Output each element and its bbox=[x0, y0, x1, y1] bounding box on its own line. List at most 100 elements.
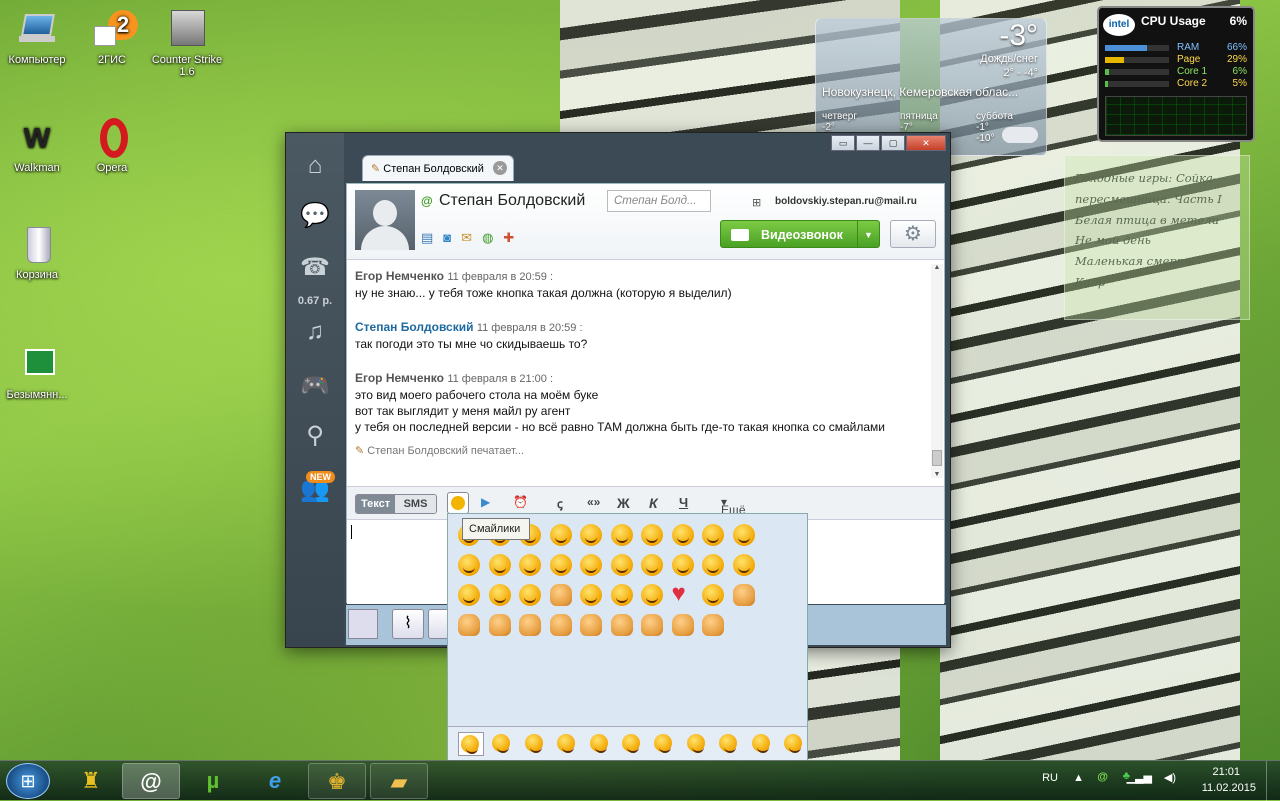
italic-button[interactable]: К bbox=[649, 495, 658, 511]
smiley-emoticon-icon[interactable] bbox=[549, 554, 572, 576]
tray-mail-agent-icon[interactable]: @ bbox=[1097, 771, 1108, 783]
gesture-emoticon-icon[interactable] bbox=[671, 614, 694, 636]
smiley-emoticon-icon[interactable] bbox=[519, 584, 541, 606]
tab-sms[interactable]: SMS bbox=[395, 495, 436, 513]
smiley-category-tab[interactable] bbox=[685, 732, 711, 756]
smiley-emoticon-icon[interactable] bbox=[641, 554, 663, 576]
tab-text[interactable]: Текст bbox=[356, 495, 396, 513]
smiley-category-tab[interactable] bbox=[588, 732, 614, 756]
gesture-emoticon-icon[interactable] bbox=[549, 614, 572, 636]
animation-icon[interactable]: ▶ bbox=[481, 495, 490, 509]
smiley-emoticon-icon[interactable] bbox=[610, 524, 633, 546]
smiley-emoticon-icon[interactable] bbox=[671, 524, 694, 546]
bold-button[interactable]: Ж bbox=[617, 495, 630, 511]
sticky-note[interactable]: Голодные игры: Сойка- пересмешница. Част… bbox=[1064, 155, 1250, 320]
smiley-emoticon-icon[interactable] bbox=[458, 584, 480, 606]
smiley-picker[interactable] bbox=[447, 513, 808, 761]
desktop-icon-computer[interactable]: Компьютер bbox=[0, 10, 74, 66]
smiley-emoticon-icon[interactable] bbox=[702, 524, 724, 546]
desktop-icon-untitled[interactable]: Безымянн... bbox=[0, 345, 74, 401]
games-icon[interactable]: 🎮 bbox=[299, 371, 331, 401]
translit-icon[interactable]: ꞔ bbox=[557, 495, 563, 512]
taskbar-app-game[interactable]: ♚ bbox=[308, 763, 366, 799]
smiley-category-tab[interactable] bbox=[555, 732, 581, 756]
message-author[interactable]: Степан Болдовский bbox=[355, 320, 473, 334]
taskbar-app-utorrent[interactable]: µ bbox=[184, 763, 242, 799]
smiley-category-tab[interactable] bbox=[620, 732, 646, 756]
scroll-down-icon[interactable]: ▼ bbox=[931, 471, 943, 478]
music-icon[interactable]: ♫ bbox=[299, 317, 331, 347]
gesture-emoticon-icon[interactable] bbox=[458, 614, 480, 636]
desktop-icon-counter-strike[interactable]: Counter Strike 1.6 bbox=[150, 10, 224, 78]
tab-close-icon[interactable]: ✕ bbox=[493, 161, 507, 175]
compact-view-button[interactable]: ▭ bbox=[831, 135, 855, 151]
clock-time[interactable]: 21:01 bbox=[1212, 766, 1240, 778]
smiley-category-tab[interactable] bbox=[458, 732, 484, 756]
scroll-thumb[interactable] bbox=[932, 450, 942, 466]
taskbar-app-ie[interactable]: e bbox=[246, 763, 304, 799]
scroll-up-icon[interactable]: ▲ bbox=[931, 264, 943, 271]
smiley-button[interactable] bbox=[447, 492, 469, 514]
clock-date[interactable]: 11.02.2015 bbox=[1202, 782, 1256, 794]
taskbar-app-fruit[interactable]: ♜ bbox=[62, 763, 120, 799]
smiley-category-tab[interactable] bbox=[717, 732, 743, 756]
smiley-category-tab[interactable] bbox=[490, 732, 516, 756]
show-desktop-button[interactable] bbox=[1266, 761, 1280, 801]
underline-button[interactable]: Ч bbox=[679, 495, 688, 510]
smiley-emoticon-icon[interactable] bbox=[610, 584, 633, 606]
alarm-icon[interactable]: ⏰ bbox=[513, 495, 528, 509]
smiley-emoticon-icon[interactable] bbox=[519, 554, 541, 576]
taskbar-app-mail-agent[interactable]: @ bbox=[122, 763, 180, 799]
maximize-button[interactable]: ▢ bbox=[881, 135, 905, 151]
gesture-emoticon-icon[interactable] bbox=[488, 614, 511, 636]
quote-button[interactable]: «» bbox=[587, 495, 600, 509]
gesture-emoticon-icon[interactable] bbox=[549, 584, 572, 606]
smiley-category-tab[interactable] bbox=[782, 732, 808, 756]
smiley-category-tab[interactable] bbox=[652, 732, 678, 756]
video-call-button[interactable]: Видеозвонок ▼ bbox=[720, 220, 880, 248]
signal-icon[interactable]: ▁▃▅ bbox=[1127, 771, 1152, 784]
smiley-category-tab[interactable] bbox=[750, 732, 776, 756]
volume-icon[interactable]: ◀) bbox=[1164, 771, 1176, 784]
desktop-icon-opera[interactable]: Opera bbox=[75, 118, 149, 174]
cpu-usage-gadget[interactable]: intel CPU Usage 6% RAM 66% Page 29% Core 1 6%… bbox=[1097, 6, 1255, 142]
desktop-icon-2gis[interactable]: 2 2ГИС bbox=[75, 10, 149, 66]
desktop-icon-walkman[interactable]: W Walkman bbox=[0, 118, 74, 174]
phone-icon[interactable]: ☎ bbox=[299, 253, 331, 283]
gesture-emoticon-icon[interactable] bbox=[610, 614, 633, 636]
smiley-emoticon-icon[interactable] bbox=[458, 554, 480, 576]
settings-button[interactable]: ⚙ bbox=[890, 220, 936, 248]
chat-icon[interactable]: 💬 bbox=[299, 201, 331, 231]
minimize-button[interactable]: — bbox=[856, 135, 880, 151]
chevron-down-icon[interactable]: ▼ bbox=[857, 221, 879, 247]
message-history[interactable]: Егор Немченко 11 февраля в 20:59 : ну не … bbox=[347, 262, 931, 480]
photo-icon[interactable]: ◙ bbox=[443, 230, 451, 246]
close-button[interactable]: ✕ bbox=[906, 135, 946, 151]
attach-button[interactable]: ⌇ bbox=[392, 609, 424, 639]
smiley-emoticon-icon[interactable] bbox=[610, 554, 633, 576]
smiley-emoticon-icon[interactable] bbox=[671, 554, 694, 576]
smiley-emoticon-icon[interactable] bbox=[488, 584, 511, 606]
smiley-emoticon-icon[interactable] bbox=[732, 554, 755, 576]
smiley-category-tab[interactable] bbox=[523, 732, 549, 756]
gesture-emoticon-icon[interactable] bbox=[580, 614, 602, 636]
smiley-emoticon-icon[interactable] bbox=[732, 524, 755, 546]
gesture-emoticon-icon[interactable] bbox=[519, 614, 541, 636]
profile-card-icon[interactable]: ▤ bbox=[421, 230, 433, 246]
add-contact-icon[interactable]: ✚ bbox=[503, 230, 514, 246]
more-button[interactable]: Ещё ▾ bbox=[721, 495, 746, 517]
world-icon[interactable]: ◍ bbox=[482, 230, 493, 246]
start-button[interactable]: ⊞ bbox=[6, 763, 50, 799]
smiley-emoticon-icon[interactable] bbox=[702, 584, 724, 606]
my-avatar[interactable] bbox=[348, 609, 378, 639]
tab-chat-contact[interactable]: ✎ Степан Болдовский ✕ bbox=[362, 155, 514, 181]
mail-icon[interactable]: ✉ bbox=[461, 230, 472, 246]
message-author[interactable]: Егор Немченко bbox=[355, 371, 444, 385]
smiley-emoticon-icon[interactable] bbox=[641, 524, 663, 546]
home-icon[interactable]: ⌂ bbox=[299, 151, 331, 181]
smiley-emoticon-icon[interactable] bbox=[549, 524, 572, 546]
language-indicator[interactable]: RU bbox=[1042, 772, 1058, 784]
smiley-emoticon-icon[interactable] bbox=[580, 554, 602, 576]
smiley-emoticon-icon[interactable] bbox=[641, 584, 663, 606]
gesture-emoticon-icon[interactable] bbox=[641, 614, 663, 636]
